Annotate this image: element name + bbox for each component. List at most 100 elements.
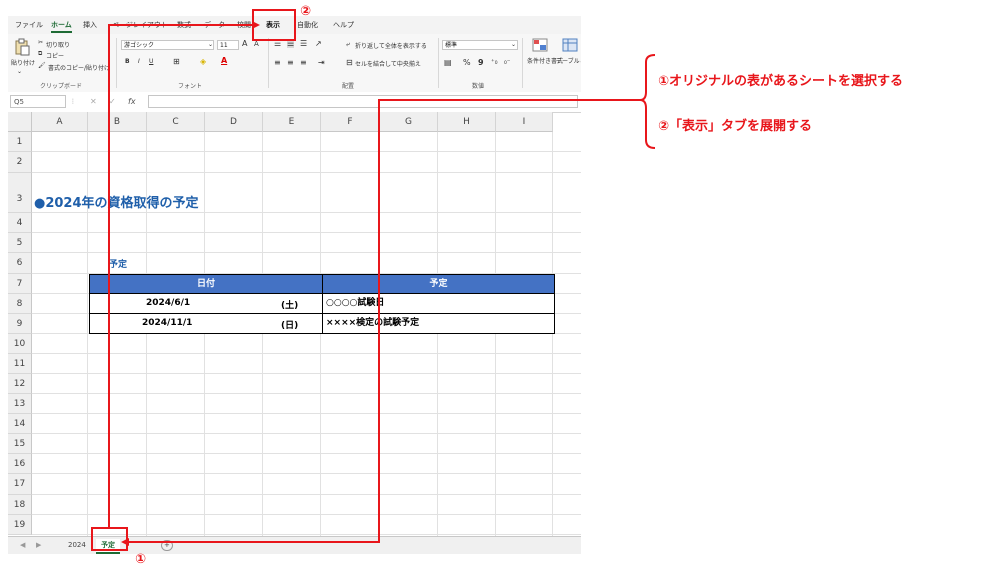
row-header-19[interactable]: 19 [8,515,32,535]
next-sheet-icon[interactable]: ▶ [36,541,41,549]
column-header-a[interactable]: A [32,112,88,132]
tab-insert[interactable]: 挿入 [83,20,97,30]
column-header-d[interactable]: D [205,112,263,132]
cancel-icon[interactable]: ✕ [90,97,97,106]
chevron-down-icon[interactable]: ⌄ [511,41,516,48]
select-all-corner[interactable] [8,112,32,132]
grow-font-button[interactable]: A [242,39,247,48]
row-header-11[interactable]: 11 [8,354,32,374]
column-header-c[interactable]: C [147,112,205,132]
tab-data[interactable]: データ [204,20,225,30]
date-cell[interactable]: 2024/6/1 [146,298,190,308]
column-header-i[interactable]: I [496,112,553,132]
column-header-e[interactable]: E [263,112,321,132]
insert-function-icon[interactable]: fx [128,97,136,106]
step2-callout: ②「表示」タブを展開する [658,119,813,134]
conditional-format-icon[interactable] [532,38,548,52]
weekday-cell[interactable]: (土) [281,298,298,311]
format-as-table-icon[interactable] [562,38,578,52]
currency-icon[interactable]: ▤ [444,58,452,67]
row-header-13[interactable]: 13 [8,394,32,414]
plan-cell[interactable]: ○○○○試験日 [322,293,555,314]
font-size-select[interactable]: 11 [217,40,239,50]
plan-cell[interactable]: ××××検定の試験予定 [322,313,555,334]
tab-formulas[interactable]: 数式 [177,20,191,30]
row-header-18[interactable]: 18 [8,495,32,515]
borders-icon[interactable]: ⊞ [173,57,180,66]
paste-dropdown-icon[interactable]: ⌄ [17,68,22,75]
row-header-3[interactable]: 3 [8,173,32,213]
align-bottom-icon[interactable]: ☰ [300,39,307,48]
add-sheet-button[interactable]: + [161,540,173,551]
row-header-16[interactable]: 16 [8,454,32,474]
indent-icon[interactable]: ⇥ [318,58,325,67]
italic-button[interactable]: I [138,58,140,65]
row-header-5[interactable]: 5 [8,233,32,253]
orientation-icon[interactable]: ↗ [315,39,322,48]
merge-icon[interactable]: ⊟ [346,58,353,67]
increase-decimal-icon[interactable]: ⁺₀ [491,58,498,66]
paste-icon[interactable] [14,38,30,56]
tab-review[interactable]: 校閲 [237,20,251,30]
align-center-icon[interactable]: ≡ [287,58,294,67]
table-header-plan[interactable]: 予定 [322,274,555,294]
row-header-6[interactable]: 6 [8,253,32,274]
enter-icon[interactable]: ✓ [109,97,116,106]
merge-label[interactable]: セルを結合して中央揃え [355,59,421,68]
row-header-10[interactable]: 10 [8,334,32,354]
underline-button[interactable]: U [149,58,153,65]
font-name-select[interactable]: 游ゴシック [121,40,214,50]
row-header-15[interactable]: 15 [8,434,32,454]
gridline [495,132,496,536]
date-cell[interactable]: 2024/11/1 [142,318,192,328]
row-header-8[interactable]: 8 [8,294,32,314]
column-header-f[interactable]: F [321,112,380,132]
chevron-down-icon[interactable]: ⌄ [208,41,213,48]
copy-icon[interactable]: ⧉ [38,50,42,58]
comma-button[interactable]: 9 [478,58,484,67]
wrap-text-label[interactable]: 折り返して全体を表示する [355,41,427,50]
tab-file[interactable]: ファイル [15,20,43,30]
align-left-icon[interactable]: ≡ [274,58,281,67]
format-painter-icon[interactable]: 🖌 [38,62,46,69]
gridline [32,453,581,454]
sheet-tab-2024[interactable]: 2024 [63,539,91,552]
column-header-g[interactable]: G [380,112,438,132]
name-box[interactable]: Q5 [10,95,66,108]
row-header-4[interactable]: 4 [8,213,32,233]
shrink-font-button[interactable]: A [254,40,259,48]
font-color-icon[interactable]: A [221,56,227,65]
percent-button[interactable]: % [463,58,471,67]
format-as-table-label[interactable]: テーブルとして書式設定 [556,56,581,65]
column-header-h[interactable]: H [438,112,496,132]
sheet-title-cell[interactable]: ●2024年の資格取得の予定 [34,192,199,211]
row-header-9[interactable]: 9 [8,314,32,334]
decrease-decimal-icon[interactable]: ₀⁻ [504,58,511,66]
row-header-17[interactable]: 17 [8,474,32,495]
cut-label[interactable]: 切り取り [46,40,70,49]
tab-page-layout[interactable]: ページレイアウト [112,20,168,30]
column-header-b[interactable]: B [88,112,147,132]
fill-color-icon[interactable]: ◈ [200,57,206,66]
tab-automate[interactable]: 自動化 [297,20,318,30]
tab-home[interactable]: ホーム [51,20,72,33]
row-header-12[interactable]: 12 [8,374,32,394]
number-format-select[interactable]: 標準 [442,40,518,50]
wrap-text-icon[interactable]: ⤶ [346,40,350,49]
tab-help[interactable]: ヘルプ [333,20,354,30]
weekday-cell[interactable]: (日) [281,318,298,331]
prev-sheet-icon[interactable]: ◀ [20,541,25,549]
row-header-7[interactable]: 7 [8,274,32,294]
cut-icon[interactable]: ✂ [38,39,43,46]
row-header-14[interactable]: 14 [8,414,32,434]
formula-input[interactable] [148,95,578,108]
row-header-2[interactable]: 2 [8,152,32,173]
format-painter-label[interactable]: 書式のコピー/貼り付け [48,63,110,72]
copy-label[interactable]: コピー [46,51,64,60]
paste-label[interactable]: 貼り付け [11,58,35,67]
row-header-1[interactable]: 1 [8,132,32,152]
bold-button[interactable]: B [125,58,130,65]
table-header-date[interactable]: 日付 [89,274,323,294]
align-right-icon[interactable]: ≡ [300,58,307,67]
schedule-label-cell[interactable]: 予定 [109,257,127,270]
